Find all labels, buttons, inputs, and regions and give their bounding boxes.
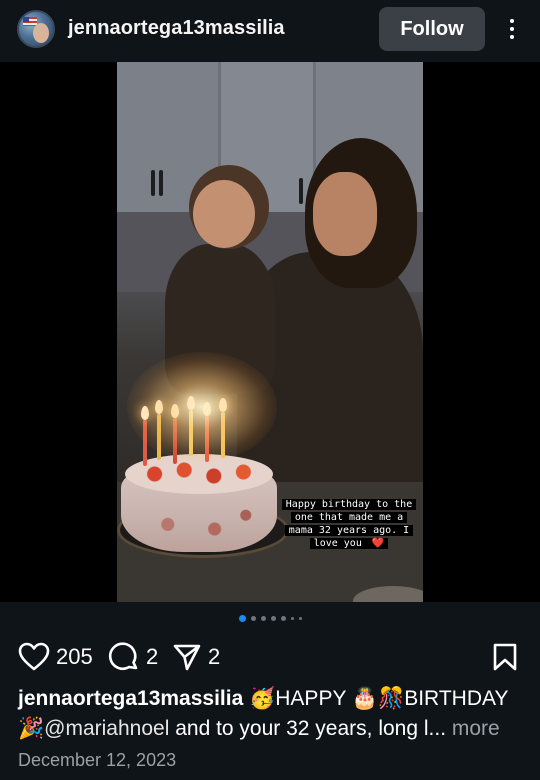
carousel-dot (280, 616, 286, 621)
child-face (193, 180, 255, 248)
share-count: 2 (208, 644, 221, 669)
share-icon[interactable] (172, 642, 202, 672)
heart-icon[interactable] (18, 642, 50, 672)
post-date: December 12, 2023 (18, 750, 177, 770)
action-bar: 205 2 2 (0, 638, 540, 676)
carousel-dot (298, 617, 302, 620)
carousel-dot-active (238, 615, 246, 622)
like-count: 205 (56, 644, 93, 669)
comment-button[interactable]: 2 (108, 638, 158, 676)
caption-username[interactable]: jennaortega13massilia (18, 687, 243, 710)
bookmark-icon[interactable] (492, 642, 518, 672)
save-button[interactable] (492, 638, 518, 676)
cabinet-handle (159, 170, 163, 196)
story-caption-text: Happy birthday to the one that made me a… (283, 499, 415, 549)
comment-icon[interactable] (108, 641, 140, 673)
story-text-overlay: Happy birthday to the one that made me a… (280, 498, 418, 550)
post-caption: jennaortega13massilia 🥳HAPPY 🎂🎊BIRTHDAY … (18, 684, 528, 744)
carousel-dot (260, 616, 266, 621)
heart-emoji: ❤️ (369, 538, 387, 549)
avatar[interactable] (17, 10, 55, 48)
carousel-dot (270, 616, 276, 621)
carousel-indicator (0, 615, 540, 622)
comment-count: 2 (146, 644, 159, 669)
carousel-dot (250, 616, 256, 621)
caption-mention[interactable]: @mariahnoel (44, 717, 169, 740)
follow-button[interactable]: Follow (379, 7, 485, 51)
post-media[interactable]: Happy birthday to the one that made me a… (0, 62, 540, 602)
caption-more-link[interactable]: more (446, 717, 500, 740)
like-button[interactable]: 205 (18, 638, 93, 676)
cabinet-handle (299, 178, 303, 204)
cabinet-handle (151, 170, 155, 196)
post-username[interactable]: jennaortega13massilia (68, 17, 285, 40)
candle-glow (127, 352, 277, 462)
woman-face (313, 172, 377, 256)
caption-text-continued: and to your 32 years, long l... (169, 717, 447, 740)
more-vertical-icon[interactable] (500, 14, 524, 44)
post-header: jennaortega13massilia Follow (0, 0, 540, 62)
share-button[interactable]: 2 (172, 638, 220, 676)
carousel-dot (290, 617, 294, 620)
avatar-face (33, 23, 49, 43)
